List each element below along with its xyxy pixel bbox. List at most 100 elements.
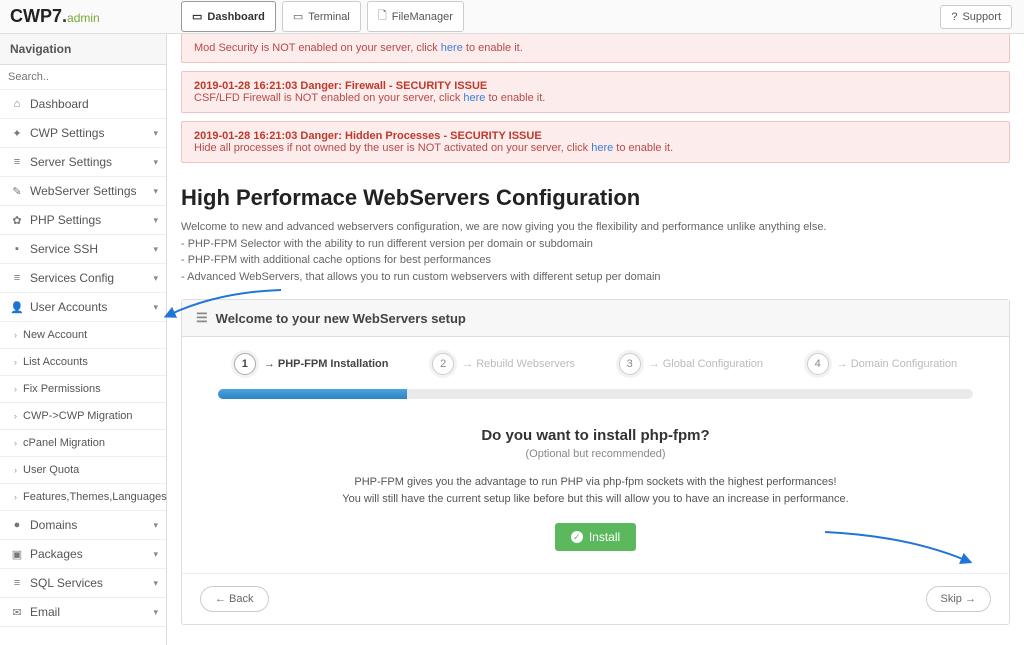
alert-2-title: 2019-01-28 16:21:03 Danger: Hidden Proce… [194, 130, 997, 142]
brand-logo: CWP7.admin [0, 6, 167, 27]
nav-packages[interactable]: ▣ Packages ▾ [0, 540, 166, 569]
nav-sql-services[interactable]: ≡SQL Services▾ [0, 569, 166, 598]
alert-1-body: CSF/LFD Firewall is NOT enabled on your … [194, 92, 997, 104]
chevron-right-icon: › [14, 357, 17, 367]
alert-2: 2019-01-28 16:21:03 Danger: Hidden Proce… [181, 121, 1010, 163]
install-button[interactable]: ✓ Install [555, 523, 636, 551]
nav-cwp-settings[interactable]: ✦CWP Settings▾ [0, 119, 166, 148]
nav-domains-label: Domains [30, 518, 77, 532]
nav-domains[interactable]: ● Domains ▾ [0, 511, 166, 540]
step-2[interactable]: 2 → Rebuild Webservers [432, 353, 575, 375]
nav-services-config-label: Services Config [30, 271, 114, 285]
step-4[interactable]: 4 → Domain Configuration [807, 353, 957, 375]
dashboard-button[interactable]: ▭ Dashboard [181, 1, 276, 32]
dashboard-button-label: Dashboard [207, 11, 264, 23]
filemanager-button[interactable]: 🗋 FileManager [367, 1, 464, 32]
nav-service-ssh[interactable]: ▪ Service SSH ▾ [0, 235, 166, 264]
sub-cwp-migration[interactable]: ›CWP->CWP Migration [0, 403, 166, 430]
dashboard-button-icon: ▭ [192, 10, 202, 23]
alert-0-body: Mod Security is NOT enabled on your serv… [194, 42, 997, 54]
chevron-down-icon: ▾ [153, 607, 158, 618]
sidebar: Navigation ⌂Dashboard✦CWP Settings▾≡Serv… [0, 34, 167, 645]
sub-list-accounts[interactable]: › List Accounts [0, 349, 166, 376]
chevron-down-icon: ▾ [153, 520, 158, 531]
step-4-label: → Domain Configuration [837, 358, 957, 370]
sub-features-themes[interactable]: ›Features,Themes,Languages [0, 484, 166, 511]
nav-service-ssh-label: Service SSH [30, 242, 98, 256]
nav-email[interactable]: ✉ Email ▾ [0, 598, 166, 627]
wizard-header: Welcome to your new WebServers setup [216, 311, 466, 326]
step-3[interactable]: 3→ Global Configuration [619, 353, 763, 375]
terminal-button-label: Terminal [308, 11, 350, 23]
skip-button[interactable]: Skip → [926, 586, 991, 612]
nav-service-ssh-icon: ▪ [10, 243, 24, 255]
nav-php-settings[interactable]: ✿ PHP Settings ▾ [0, 206, 166, 235]
sub-user-quota[interactable]: › User Quota [0, 457, 166, 484]
chevron-down-icon: ▾ [153, 549, 158, 560]
chevron-right-icon: › [14, 411, 17, 421]
nav-sql-services-icon: ≡ [10, 577, 24, 589]
nav-webserver-settings-icon: ✎ [10, 185, 24, 198]
sub-list-accounts-label: List Accounts [23, 356, 88, 368]
page-title: High Performace WebServers Configuration [181, 185, 1010, 211]
chevron-right-icon: › [14, 465, 17, 475]
sub-fix-permissions-label: Fix Permissions [23, 383, 101, 395]
nav-dashboard-icon: ⌂ [10, 98, 24, 110]
nav-services-config[interactable]: ≡ Services Config ▾ [0, 264, 166, 293]
main-content: Mod Security is NOT enabled on your serv… [167, 34, 1024, 645]
step-3-label: → Global Configuration [649, 358, 763, 370]
chevron-down-icon: ▾ [153, 273, 158, 284]
back-button[interactable]: ← Back [200, 586, 269, 612]
terminal-button[interactable]: ▭Terminal [282, 1, 361, 32]
sub-cpanel-migration-label: cPanel Migration [23, 437, 105, 449]
install-desc-1: PHP-FPM gives you the advantage to run P… [222, 474, 969, 491]
step-2-label: → Rebuild Webservers [462, 358, 575, 370]
page-description: Welcome to new and advanced webservers c… [181, 219, 1010, 285]
nav-email-icon: ✉ [10, 606, 24, 619]
nav-webserver-settings[interactable]: ✎WebServer Settings▾ [0, 177, 166, 206]
chevron-down-icon: ▾ [153, 186, 158, 197]
nav-packages-icon: ▣ [10, 548, 24, 561]
nav-packages-label: Packages [30, 547, 83, 561]
alert-2-link[interactable]: here [591, 142, 613, 154]
search-input[interactable] [0, 65, 166, 90]
nav-user-accounts-label: User Accounts [30, 300, 107, 314]
support-button[interactable]: ? Support [940, 5, 1012, 29]
chevron-down-icon: ▾ [153, 302, 158, 313]
nav-user-accounts[interactable]: 👤User Accounts▾ [0, 293, 166, 322]
chevron-right-icon: › [14, 384, 17, 394]
alert-1-link[interactable]: here [463, 92, 485, 104]
chevron-right-icon: › [14, 330, 17, 340]
settings-icon: ☰ [196, 310, 208, 326]
filemanager-button-label: FileManager [392, 11, 453, 23]
nav-sql-services-label: SQL Services [30, 576, 103, 590]
nav-server-settings-label: Server Settings [30, 155, 112, 169]
nav-server-settings-icon: ≡ [10, 156, 24, 168]
sub-user-quota-label: User Quota [23, 464, 79, 476]
nav-php-settings-icon: ✿ [10, 214, 24, 227]
filemanager-button-icon: 🗋 [378, 7, 387, 26]
nav-email-label: Email [30, 605, 60, 619]
step-1[interactable]: 1→ PHP-FPM Installation [234, 353, 389, 375]
nav-cwp-settings-label: CWP Settings [30, 126, 104, 140]
nav-dashboard[interactable]: ⌂Dashboard [0, 90, 166, 119]
nav-php-settings-label: PHP Settings [30, 213, 101, 227]
wizard-panel: ☰ Welcome to your new WebServers setup 1… [181, 299, 1010, 625]
alert-1-title: 2019-01-28 16:21:03 Danger: Firewall - S… [194, 80, 997, 92]
chevron-down-icon: ▾ [153, 244, 158, 255]
chevron-down-icon: ▾ [153, 157, 158, 168]
step-4-num: 4 [807, 353, 829, 375]
step-2-num: 2 [432, 353, 454, 375]
nav-domains-icon: ● [10, 519, 24, 531]
chevron-down-icon: ▾ [153, 215, 158, 226]
progress-bar [218, 389, 973, 399]
sub-new-account[interactable]: ›New Account [0, 322, 166, 349]
step-1-num: 1 [234, 353, 256, 375]
sub-features-themes-label: Features,Themes,Languages [23, 491, 167, 503]
sub-fix-permissions[interactable]: › Fix Permissions [0, 376, 166, 403]
sub-cpanel-migration[interactable]: › cPanel Migration [0, 430, 166, 457]
chevron-right-icon: › [14, 438, 17, 448]
nav-services-config-icon: ≡ [10, 272, 24, 284]
alert-0-link[interactable]: here [441, 42, 463, 54]
nav-server-settings[interactable]: ≡ Server Settings ▾ [0, 148, 166, 177]
